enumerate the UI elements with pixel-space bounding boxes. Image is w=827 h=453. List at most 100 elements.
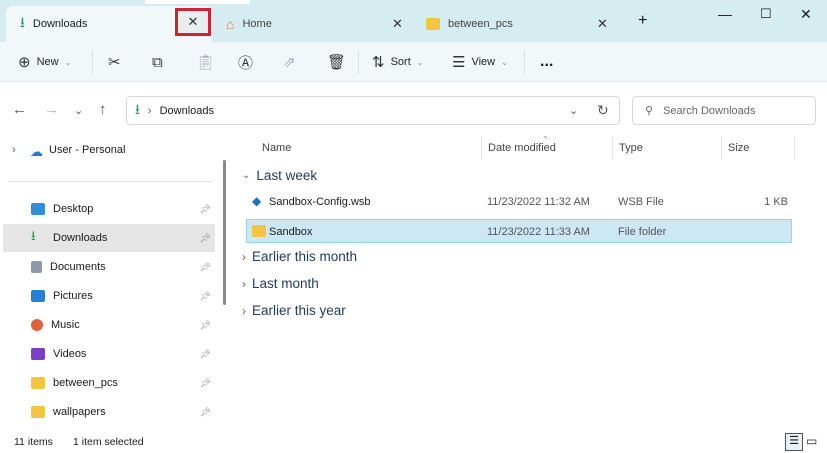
divider <box>92 50 93 74</box>
address-bar[interactable]: ⭳ › Downloads ⌄ ↻ <box>126 96 620 125</box>
close-tab-button[interactable]: ✕ <box>175 8 211 36</box>
rename-button[interactable]: Ⓐ <box>238 42 253 82</box>
paste-button[interactable]: 📋︎ <box>196 42 215 82</box>
sidebar-scrollbar[interactable] <box>223 160 226 305</box>
more-options-button[interactable]: ... <box>540 42 553 82</box>
sidebar-item-between-pcs[interactable]: between_pcs 📌︎ <box>3 369 215 397</box>
sort-indicator-icon: ⌄ <box>542 131 549 140</box>
divider <box>8 181 213 182</box>
new-button[interactable]: ⊕ New ⌄ <box>18 42 71 82</box>
share-button[interactable]: ⇗ <box>283 42 296 82</box>
desktop-icon <box>31 203 45 215</box>
back-button[interactable]: ← <box>12 101 27 118</box>
command-bar: ⊕ New ⌄ ✂ ⧉ 📋︎ Ⓐ ⇗ 🗑︎ ⇅ Sort ⌄ ☰ View ⌄ ... <box>0 42 827 82</box>
copy-button[interactable]: ⧉ <box>152 42 163 82</box>
tiles-view-button[interactable]: ▭ <box>806 434 817 448</box>
home-icon: ⌂ <box>226 16 235 32</box>
chevron-right-icon: › <box>242 276 246 291</box>
sidebar-item-onedrive[interactable]: ☁ User - Personal <box>30 144 125 160</box>
close-icon: ✕ <box>187 14 199 29</box>
forward-button[interactable]: → <box>44 101 59 118</box>
download-icon: ⭳ <box>20 14 25 30</box>
pin-icon: 📌︎ <box>199 232 211 243</box>
sidebar-item-documents[interactable]: Documents 📌︎ <box>3 253 215 281</box>
column-header-name[interactable]: Name <box>262 142 291 154</box>
chevron-right-icon[interactable]: › <box>12 144 16 156</box>
tab-between-pcs[interactable]: between_pcs ✕ <box>412 6 622 42</box>
paste-icon: 📋︎ <box>196 54 216 71</box>
share-icon: ⇗ <box>283 54 296 71</box>
group-last-month[interactable]: › Last month <box>242 276 319 291</box>
scissors-icon: ✂ <box>108 54 121 71</box>
chevron-down-icon[interactable]: ⌄ <box>569 104 578 117</box>
chevron-right-icon: › <box>242 303 246 318</box>
tooltip-edge <box>145 0 250 4</box>
tab-home[interactable]: ⌂ Home ✕ <box>212 6 412 42</box>
pin-icon: 📌︎ <box>199 319 211 330</box>
divider <box>358 50 359 74</box>
documents-icon <box>31 261 42 273</box>
recent-button[interactable]: ⌄ <box>74 104 83 117</box>
details-view-button[interactable]: ☰ <box>785 433 803 451</box>
minimize-button[interactable]: — <box>718 6 732 22</box>
file-row-selected[interactable]: Sandbox 11/23/2022 11:33 AM File folder <box>246 219 792 243</box>
folder-icon <box>252 225 266 237</box>
pictures-icon <box>31 290 45 302</box>
rename-icon: Ⓐ <box>238 54 254 72</box>
search-input[interactable]: ⚲ Search Downloads <box>632 96 816 125</box>
divider <box>612 136 613 160</box>
refresh-icon[interactable]: ↻ <box>597 102 609 119</box>
pin-icon: 📌︎ <box>199 290 211 301</box>
sort-button[interactable]: ⇅ Sort ⌄ <box>372 42 423 82</box>
music-icon <box>31 319 43 331</box>
folder-icon <box>31 406 45 418</box>
column-header-date[interactable]: Date modified <box>488 142 556 154</box>
chevron-right-icon: › <box>147 104 152 117</box>
sidebar-item-music[interactable]: Music 📌︎ <box>3 311 215 339</box>
group-last-week[interactable]: ⌄ Last week <box>242 168 317 183</box>
sidebar-item-downloads[interactable]: ⭳ Downloads 📌︎ <box>3 224 215 252</box>
pin-icon: 📌︎ <box>199 377 211 388</box>
sidebar-item-pictures[interactable]: Pictures 📌︎ <box>3 282 215 310</box>
pin-icon: 📌︎ <box>199 406 211 417</box>
close-icon[interactable]: ✕ <box>392 16 403 32</box>
column-header-size[interactable]: Size <box>728 142 749 154</box>
group-earlier-this-month[interactable]: › Earlier this month <box>242 249 357 264</box>
close-window-button[interactable]: ✕ <box>800 6 812 23</box>
new-tab-button[interactable]: + <box>638 12 647 30</box>
group-earlier-this-year[interactable]: › Earlier this year <box>242 303 346 318</box>
folder-icon <box>426 18 440 30</box>
divider <box>481 136 482 160</box>
status-bar: 11 items 1 item selected ☰ ▭ <box>0 433 827 453</box>
videos-icon <box>31 348 45 360</box>
divider <box>794 136 795 160</box>
chevron-down-icon: ⌄ <box>242 170 251 181</box>
selection-count: 1 item selected <box>73 436 144 448</box>
pin-icon: 📌︎ <box>199 203 211 214</box>
sandbox-config-icon: ◆ <box>252 194 262 208</box>
chevron-right-icon: › <box>242 249 246 264</box>
pin-icon: 📌︎ <box>199 348 211 359</box>
view-button[interactable]: ☰ View ⌄ <box>452 42 508 82</box>
column-header-type[interactable]: Type <box>619 142 643 154</box>
sidebar-item-videos[interactable]: Videos 📌︎ <box>3 340 215 368</box>
divider <box>524 50 525 74</box>
plus-circle-icon: ⊕ <box>18 54 31 71</box>
breadcrumb[interactable]: Downloads <box>160 105 214 117</box>
sort-icon: ⇅ <box>372 54 385 71</box>
pin-icon: 📌︎ <box>199 261 211 272</box>
cut-button[interactable]: ✂ <box>108 42 121 82</box>
close-icon[interactable]: ✕ <box>597 16 608 32</box>
up-button[interactable]: ↑ <box>99 101 107 118</box>
sidebar-item-wallpapers[interactable]: wallpapers 📌︎ <box>3 398 215 426</box>
trash-icon: 🗑︎ <box>327 54 347 71</box>
delete-button[interactable]: 🗑︎ <box>327 42 346 82</box>
file-row[interactable]: ◆ Sandbox-Config.wsb 11/23/2022 11:32 AM… <box>246 190 792 214</box>
tab-bar: ⭳ Downloads ✕ ⌂ Home ✕ between_pcs ✕ + —… <box>0 0 827 42</box>
maximize-button[interactable]: ☐ <box>760 6 772 22</box>
copy-icon: ⧉ <box>152 53 163 71</box>
item-count: 11 items <box>14 436 53 448</box>
sidebar-item-desktop[interactable]: Desktop 📌︎ <box>3 195 215 223</box>
folder-icon <box>31 377 45 389</box>
divider <box>721 136 722 160</box>
